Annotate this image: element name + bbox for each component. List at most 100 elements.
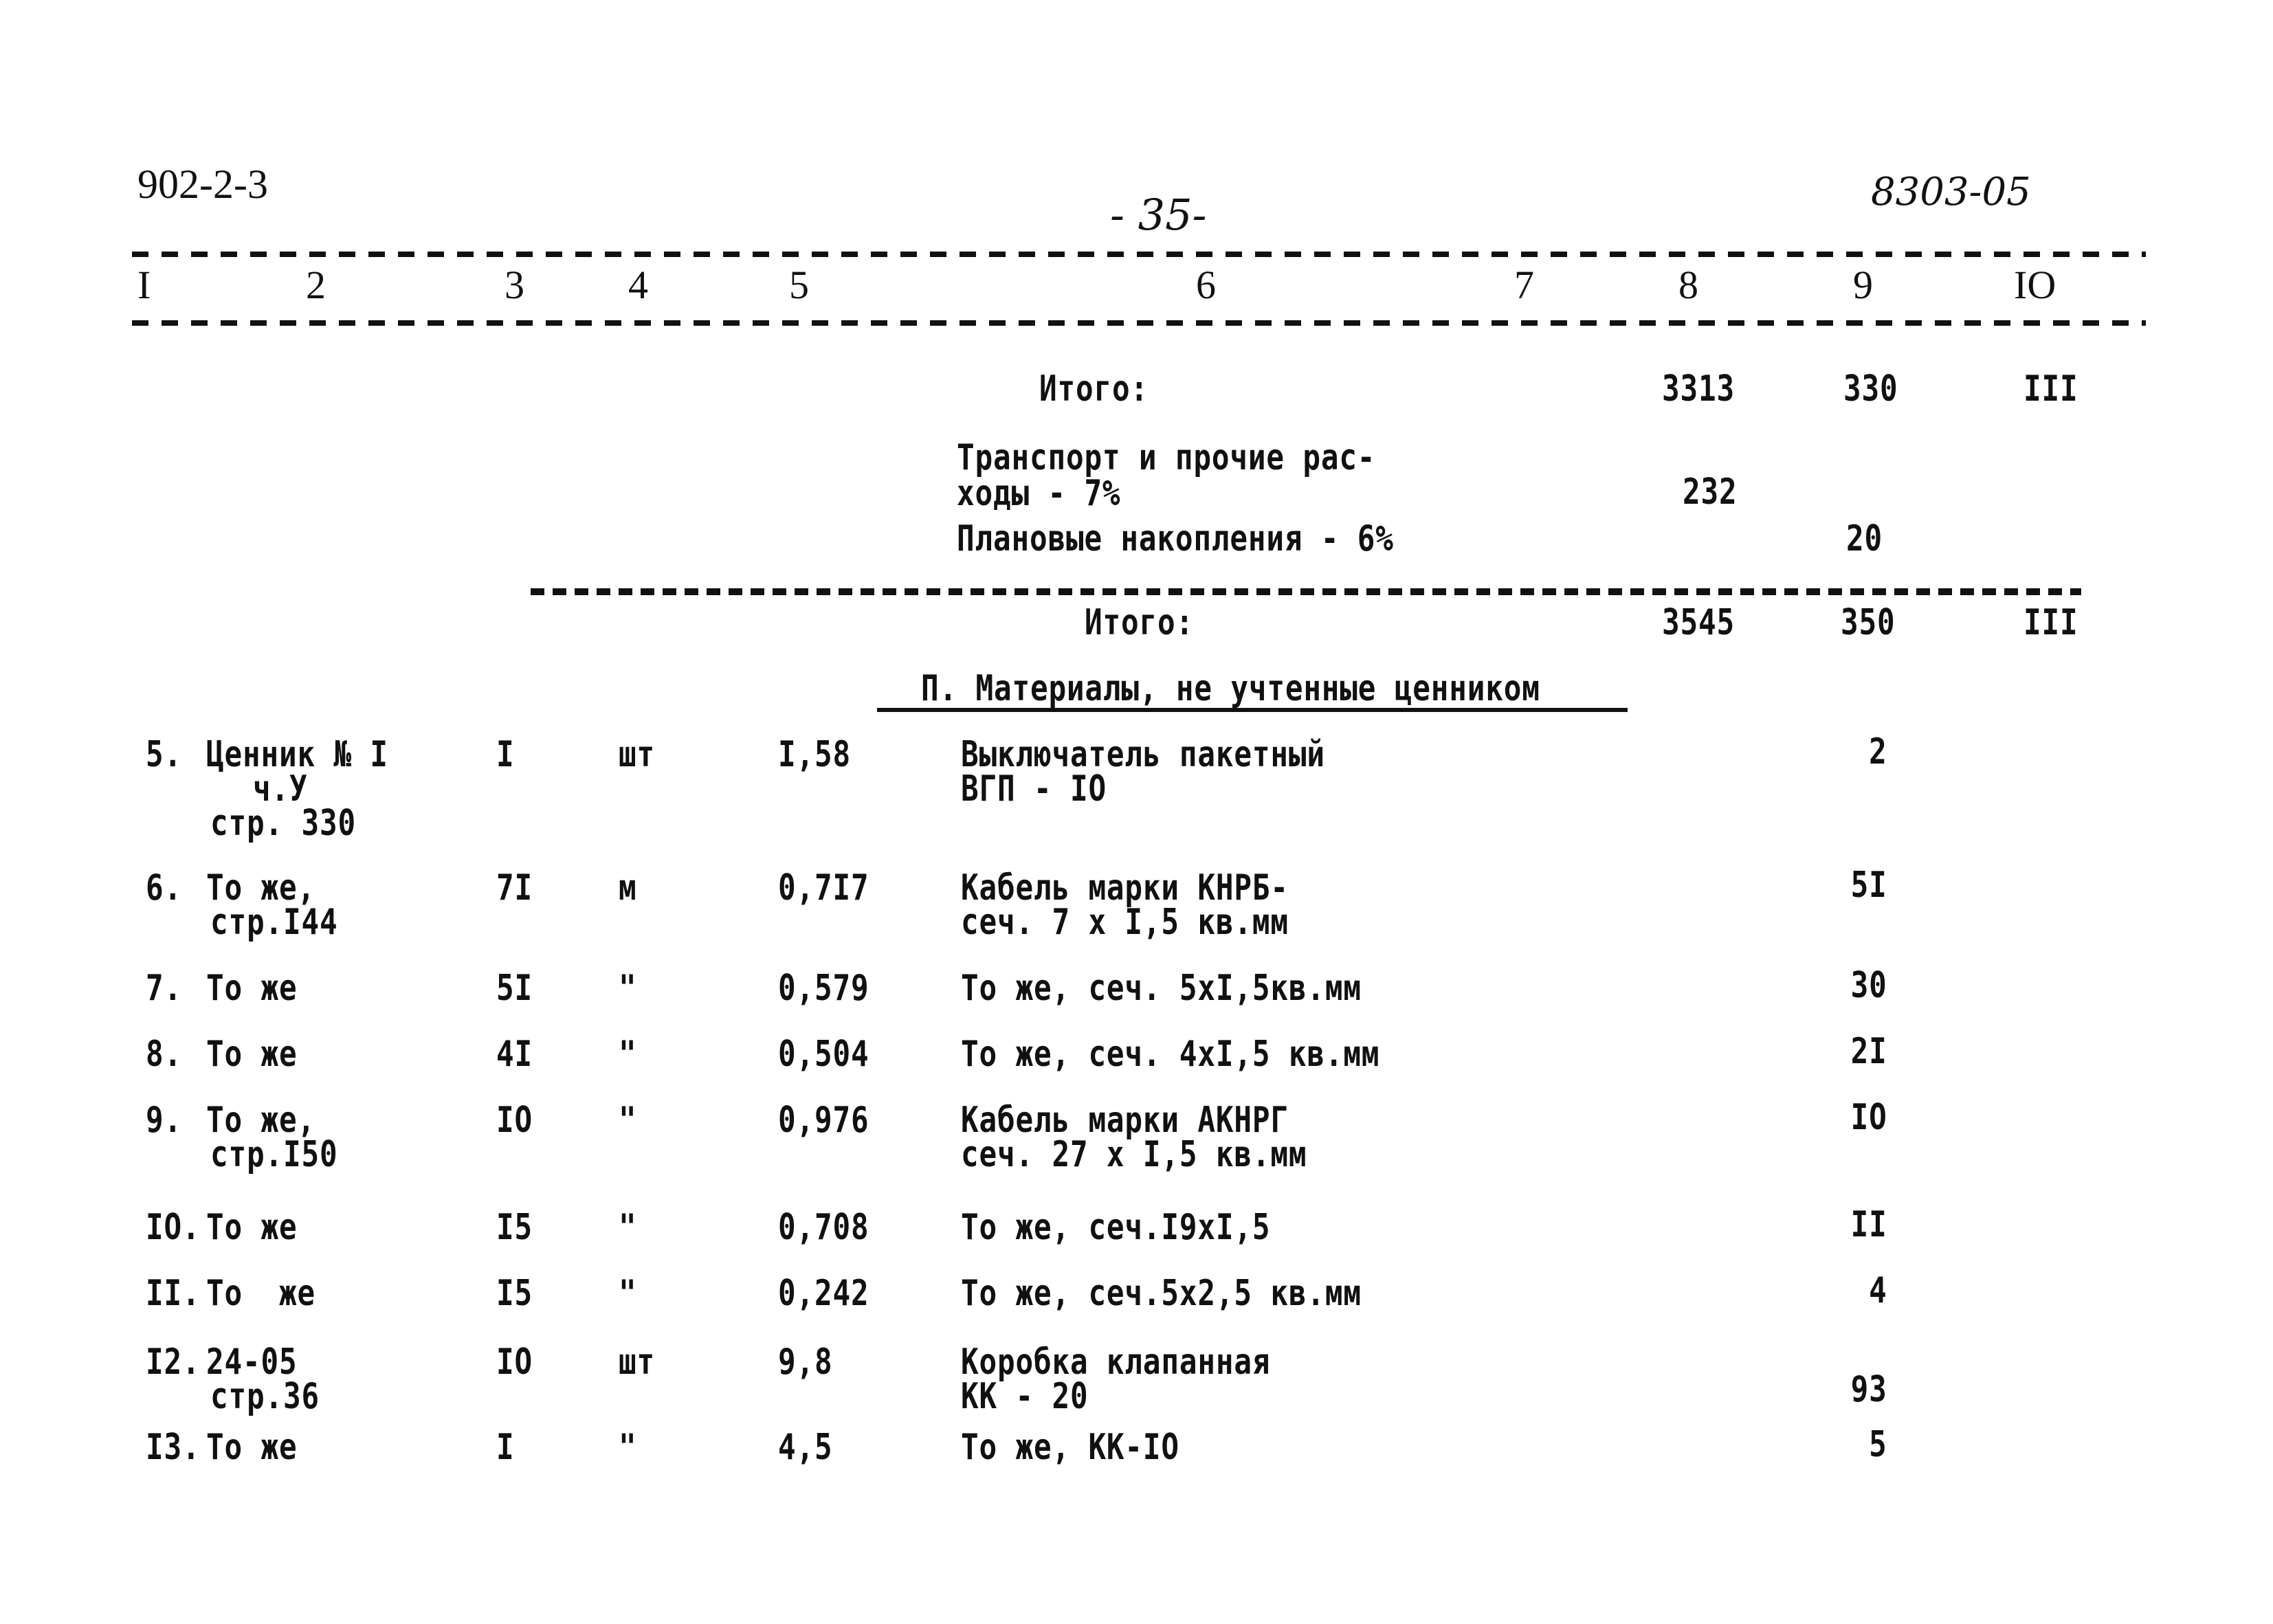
row-quantity: 7I — [496, 867, 533, 909]
total-label: Итого: — [1085, 602, 1194, 643]
row-description: То же, сеч. 4хI,5 кв.мм — [961, 1034, 1380, 1075]
row-unit-price: 0,242 — [778, 1273, 869, 1314]
planned-label: Плановые накопления - 6% — [957, 518, 1394, 559]
row-number: 9. — [146, 1100, 182, 1141]
row-number: IO. — [146, 1207, 201, 1248]
column-header-1: I — [137, 263, 151, 307]
row-col9-value: 5 — [1869, 1424, 1887, 1465]
row-unit: " — [619, 1034, 637, 1075]
planned-col9: 20 — [1846, 518, 1883, 559]
row-source: То же — [206, 1207, 298, 1248]
row-quantity: I5 — [496, 1207, 533, 1248]
row-unit: " — [619, 1207, 637, 1248]
row-unit-price: I,58 — [778, 734, 851, 775]
row-description: То же, КК-IO — [961, 1427, 1179, 1468]
row-source: То же — [206, 1034, 298, 1075]
row-col9-value: 5I — [1850, 865, 1887, 906]
row-number: 8. — [146, 1034, 182, 1075]
row-unit: " — [619, 1100, 637, 1141]
row-unit: м — [619, 867, 637, 909]
row-description: Выключатель пакетный — [961, 734, 1325, 775]
row-unit-price: 0,976 — [778, 1100, 869, 1141]
row-unit-price: 0,504 — [778, 1034, 869, 1075]
row-quantity: I5 — [496, 1273, 533, 1314]
row-source: 24-05 — [206, 1342, 298, 1383]
row-col9-value: 2 — [1869, 731, 1887, 772]
row-quantity: I — [496, 1427, 515, 1468]
row-source: То же, — [206, 1100, 315, 1141]
subtotal-col9: 330 — [1843, 368, 1898, 410]
section-title: П. Материалы, не учтенные ценником — [921, 668, 1540, 709]
row-description: сеч. 7 х I,5 кв.мм — [961, 902, 1289, 943]
row-col9-value: 30 — [1850, 965, 1887, 1006]
row-source: стр.I44 — [210, 902, 338, 943]
totals-rule — [531, 588, 2081, 595]
row-description: То же, сеч.5х2,5 кв.мм — [961, 1273, 1362, 1314]
row-number: 5. — [146, 734, 182, 775]
row-source: То же — [206, 968, 298, 1009]
row-number: 7. — [146, 968, 182, 1009]
column-header-2: 2 — [306, 263, 326, 307]
subtotal-col8: 3313 — [1662, 368, 1735, 410]
column-header-8: 8 — [1678, 263, 1698, 307]
row-number: 6. — [146, 867, 182, 909]
row-quantity: IO — [496, 1100, 533, 1141]
header-bottom-rule — [132, 320, 2146, 326]
row-description: ВГП - IO — [961, 768, 1107, 810]
row-number: I3. — [146, 1427, 201, 1468]
column-header-3: 3 — [505, 263, 524, 307]
total-col9: 350 — [1841, 602, 1896, 643]
row-description: Кабель марки АКНРГ — [961, 1100, 1289, 1141]
column-header-10: IO — [2014, 263, 2056, 307]
column-header-5: 5 — [789, 263, 809, 307]
row-unit: " — [619, 1427, 637, 1468]
row-source: стр.I50 — [210, 1134, 338, 1175]
row-unit-price: 0,7I7 — [778, 867, 869, 909]
row-unit: шт — [619, 734, 655, 775]
row-number: I2. — [146, 1342, 201, 1383]
transport-col8: 232 — [1683, 471, 1738, 513]
total-col8: 3545 — [1662, 602, 1735, 643]
row-col9-value: IO — [1850, 1097, 1887, 1138]
row-source: То же — [206, 1427, 298, 1468]
page-number: - 35- — [1110, 190, 1207, 240]
transport-label-line2: ходы - 7% — [957, 473, 1121, 514]
row-source: То же — [206, 1273, 315, 1314]
row-description: То же, сеч. 5хI,5кв.мм — [961, 968, 1362, 1009]
row-description: сеч. 27 х I,5 кв.мм — [961, 1134, 1307, 1175]
column-header-6: 6 — [1196, 263, 1216, 307]
column-header-7: 7 — [1514, 263, 1534, 307]
row-unit: " — [619, 1273, 637, 1314]
project-code: 8303-05 — [1871, 170, 2031, 214]
subtotal-col10: III — [2023, 368, 2078, 410]
row-unit-price: 0,708 — [778, 1207, 869, 1248]
total-col10: III — [2023, 602, 2078, 643]
row-description: КК - 20 — [961, 1376, 1089, 1417]
row-source: То же, — [206, 867, 315, 909]
row-col9-value: 93 — [1850, 1369, 1887, 1410]
row-unit: шт — [619, 1342, 655, 1383]
row-col9-value: II — [1850, 1204, 1887, 1245]
row-unit-price: 9,8 — [778, 1342, 833, 1383]
section-title-underline — [877, 708, 1628, 712]
header-top-rule — [132, 252, 2146, 257]
row-unit-price: 4,5 — [778, 1427, 833, 1468]
row-description: То же, сеч.I9хI,5 — [961, 1207, 1271, 1248]
column-header-4: 4 — [628, 263, 648, 307]
transport-label-line1: Транспорт и прочие рас- — [957, 437, 1376, 478]
document-code: 902-2-3 — [137, 162, 268, 207]
row-quantity: 4I — [496, 1034, 533, 1075]
row-source: стр.36 — [210, 1376, 320, 1417]
row-quantity: IO — [496, 1342, 533, 1383]
row-source: ч.У — [253, 768, 308, 810]
row-source: Ценник № I — [206, 734, 388, 775]
row-number: II. — [146, 1273, 201, 1314]
subtotal-label: Итого: — [1039, 368, 1149, 410]
column-header-9: 9 — [1853, 263, 1873, 307]
row-unit-price: 0,579 — [778, 968, 869, 1009]
row-quantity: I — [496, 734, 515, 775]
row-col9-value: 4 — [1869, 1270, 1887, 1311]
row-description: Кабель марки КНРБ- — [961, 867, 1289, 909]
row-quantity: 5I — [496, 968, 533, 1009]
row-source: стр. 330 — [210, 803, 356, 844]
